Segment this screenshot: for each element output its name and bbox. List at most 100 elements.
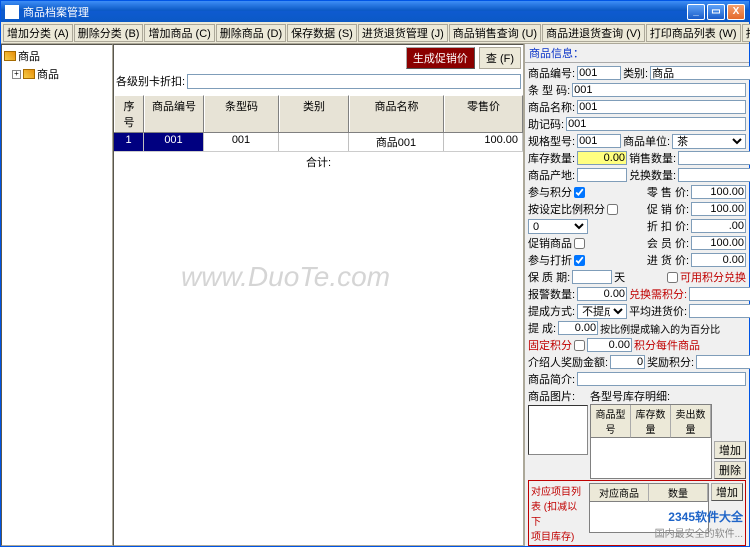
mnemo-input[interactable] (566, 117, 746, 131)
ratio-checkbox[interactable] (607, 204, 618, 215)
cat-input[interactable] (650, 66, 750, 80)
spec-label: 规格型号: (528, 133, 575, 149)
unit-label: 商品单位: (623, 133, 670, 149)
sales-query-button[interactable]: 商品销售查询 (U) (449, 24, 541, 42)
avgcost-input[interactable] (689, 304, 750, 318)
tree-child[interactable]: 商品 (37, 66, 59, 82)
member-label: 会 员 价: (647, 235, 689, 251)
promoprice-input[interactable] (691, 202, 746, 216)
image-box[interactable] (528, 405, 588, 455)
print-stock-button[interactable]: 打印库存 (N) (742, 24, 750, 42)
discount-label: 折 扣 价: (647, 218, 689, 234)
cell-seq[interactable]: 1 (114, 133, 144, 151)
titlebar: 商品档案管理 _ ▭ X (1, 1, 749, 22)
maximize-button[interactable]: ▭ (707, 4, 725, 20)
close-button[interactable]: X (727, 4, 745, 20)
purchase-return-button[interactable]: 进货退货管理 (J) (358, 24, 448, 42)
ratio-select[interactable]: 0 (528, 219, 588, 234)
ptseach-label: 积分每件商品 (634, 337, 700, 353)
col-cat[interactable]: 类别 (279, 95, 349, 132)
col-price[interactable]: 零售价 (444, 95, 523, 132)
points-checkbox[interactable] (574, 187, 585, 198)
img-label: 商品图片: (528, 388, 588, 404)
sg-col3: 卖出数量 (671, 405, 711, 438)
tree-root[interactable]: 商品 (18, 48, 40, 64)
shelf-input[interactable] (572, 270, 612, 284)
ondisc-label: 参与打折 (528, 252, 572, 268)
specstock-grid[interactable] (591, 438, 711, 478)
discount-input[interactable] (187, 74, 521, 89)
barcode-label: 条 型 码: (528, 82, 570, 98)
refbonus-input[interactable] (610, 355, 645, 369)
unit-select[interactable]: 茶 (672, 134, 746, 149)
col-seq[interactable]: 序号 (114, 95, 144, 132)
print-list-button[interactable]: 打印商品列表 (W) (646, 24, 741, 42)
redeemqty-label: 兑换数量: (629, 167, 676, 183)
table-row[interactable]: 1 001 001 商品001 100.00 (114, 133, 523, 151)
category-tree[interactable]: 商品 + 商品 (1, 44, 113, 546)
fixedpts-checkbox[interactable] (574, 340, 585, 351)
cost-label: 进 货 价: (647, 252, 689, 268)
find-button[interactable]: 查 (F) (479, 47, 521, 69)
promoprice-label: 促 销 价: (647, 201, 689, 217)
member-input[interactable] (691, 236, 746, 250)
bonus-input[interactable] (558, 321, 598, 335)
cell-code[interactable]: 001 (144, 133, 204, 151)
delete-product-button[interactable]: 删除商品 (D) (216, 24, 286, 42)
purchase-return-query-button[interactable]: 商品进退货查询 (V) (542, 24, 645, 42)
promoprod-checkbox[interactable] (574, 238, 585, 249)
corr-label-2: 表 (扣减以下 (531, 498, 587, 528)
specstock-label: 各型号库存明细: (590, 388, 746, 404)
bonusmode-label: 提成方式: (528, 303, 575, 319)
name-input[interactable] (577, 100, 746, 114)
add-corr-button[interactable]: 增加 (711, 483, 743, 501)
cell-price[interactable]: 100.00 (444, 133, 523, 151)
bonusmode-select[interactable]: 不提成 (577, 304, 627, 319)
retail-input[interactable] (691, 185, 746, 199)
desc-input[interactable] (577, 372, 746, 386)
cell-barcode[interactable]: 001 (204, 133, 279, 151)
fixedpts-label: 固定积分 (528, 337, 572, 353)
retail-label: 零 售 价: (647, 184, 689, 200)
bonus-label: 提 成: (528, 320, 556, 336)
delete-category-button[interactable]: 删除分类 (B) (74, 24, 144, 42)
cost-input[interactable] (691, 253, 746, 267)
generate-promo-button[interactable]: 生成促销价 (406, 47, 475, 69)
bonus-note: 按比例提成输入的为百分比 (600, 321, 720, 336)
fixedpts-input[interactable] (587, 338, 632, 352)
origin-input[interactable] (577, 168, 627, 182)
alert-input[interactable] (577, 287, 627, 301)
expand-icon[interactable]: + (12, 70, 21, 79)
code-input[interactable] (577, 66, 621, 80)
toolbar: 增加分类 (A) 删除分类 (B) 增加商品 (C) 删除商品 (D) 保存数据… (1, 22, 749, 44)
origin-label: 商品产地: (528, 167, 575, 183)
site-tag: 国内最安全的软件... (655, 525, 743, 540)
points-label: 参与积分 (528, 184, 572, 200)
cell-name[interactable]: 商品001 (349, 133, 444, 151)
stock-input[interactable] (577, 151, 627, 165)
shelf-unit: 天 (614, 269, 625, 285)
barcode-input[interactable] (572, 83, 746, 97)
redeemneed-input[interactable] (689, 287, 750, 301)
col-barcode[interactable]: 条型码 (204, 95, 279, 132)
rewpts-input[interactable] (696, 355, 750, 369)
ondisc-checkbox[interactable] (574, 255, 585, 266)
save-button[interactable]: 保存数据 (S) (287, 24, 357, 42)
minimize-button[interactable]: _ (687, 4, 705, 20)
redeemqty-input[interactable] (678, 168, 750, 182)
desc-label: 商品简介: (528, 371, 575, 387)
add-category-button[interactable]: 增加分类 (A) (3, 24, 73, 42)
col-code[interactable]: 商品编号 (144, 95, 204, 132)
add-product-button[interactable]: 增加商品 (C) (144, 24, 214, 42)
discount-input2[interactable] (691, 219, 746, 233)
app-icon (5, 5, 19, 19)
corr-col1: 对应商品 (590, 484, 649, 502)
redeempts-checkbox[interactable] (667, 272, 678, 283)
saleqty-input[interactable] (678, 151, 750, 165)
cell-cat[interactable] (279, 133, 349, 151)
add-spec-button[interactable]: 增加 (714, 441, 746, 459)
redeempts-label: 可用积分兑换 (680, 269, 746, 285)
col-name[interactable]: 商品名称 (349, 95, 444, 132)
spec-input[interactable] (577, 134, 621, 148)
del-spec-button[interactable]: 删除 (714, 461, 746, 479)
